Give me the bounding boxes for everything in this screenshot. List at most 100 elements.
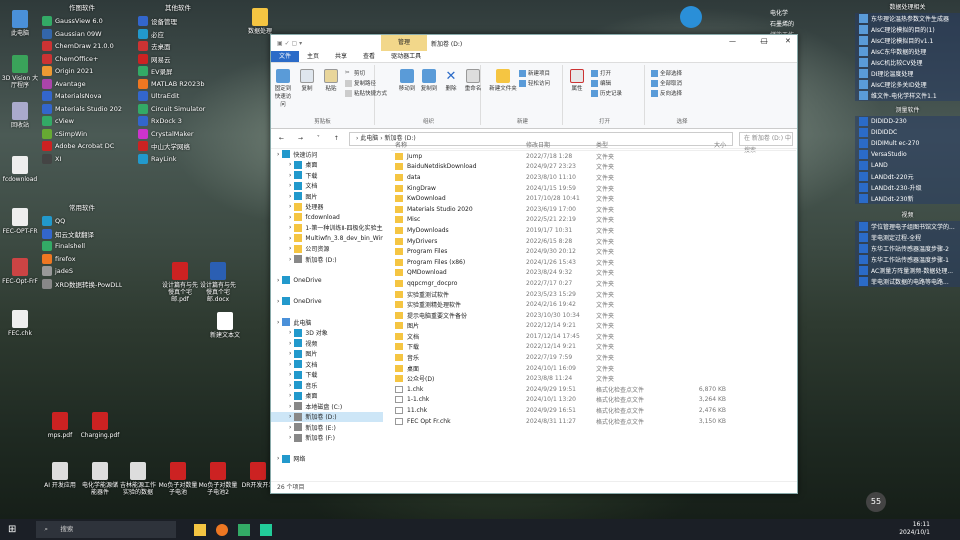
app-shortcut[interactable]: UltraEdit (138, 90, 218, 103)
expand-chevron-icon[interactable]: › (289, 371, 291, 378)
panel-shortcut[interactable]: 学位管理电子组图书馆文学的... (855, 221, 960, 232)
taskbar-firefox-icon[interactable] (216, 523, 229, 536)
app-shortcut[interactable]: Origin 2021 (42, 65, 122, 78)
panel-shortcut[interactable]: DIDIDDC (855, 127, 960, 138)
header-size[interactable]: 大小 (666, 140, 726, 149)
cut-button[interactable]: ✂ 剪切 (345, 69, 365, 78)
system-tray[interactable]: 16:11 2024/10/1 (899, 521, 930, 537)
app-shortcut[interactable]: RxDock 3 (138, 115, 218, 128)
panel-shortcut[interactable]: 菲电测试数据的电路等电路... (855, 276, 960, 287)
app-shortcut[interactable]: 中山大学网络 (138, 140, 218, 153)
edit-button[interactable]: 编辑 (591, 79, 611, 87)
app-shortcut[interactable]: Circuit Simulator (138, 103, 218, 116)
open-button[interactable]: 打开 (591, 69, 611, 77)
nav-item[interactable]: › 下载 (271, 170, 383, 181)
app-shortcut[interactable]: Finalshell (42, 240, 122, 253)
expand-chevron-icon[interactable]: › (277, 151, 279, 158)
app-shortcut[interactable]: XRD数据转换-PowDLL (42, 278, 122, 291)
expand-chevron-icon[interactable]: › (289, 403, 291, 410)
panel-shortcut[interactable]: 东华理论温热参数文件生成器 (855, 13, 960, 24)
panel-shortcut[interactable]: VersaStudio (855, 149, 960, 160)
nav-item[interactable]: › 1-第一种训练Ⅱ-四极化实验主成 (271, 223, 383, 234)
panel-shortcut[interactable]: 菲电测定过程-全程 (855, 232, 960, 243)
desktop-file-icon[interactable]: Mo负子对数量子电池2 (198, 462, 238, 496)
desktop-folder-label[interactable]: 石墨烯的 (770, 19, 794, 30)
desktop-icon[interactable]: FEC.chk (0, 310, 40, 337)
desktop-file-icon[interactable]: 新建文本文 (205, 312, 245, 339)
new-folder-button[interactable]: 新建文件夹 (489, 69, 517, 92)
desktop-file-icon[interactable]: 吉林能源工作实验的数据 (118, 462, 158, 496)
easy-access-button[interactable]: 轻松访问 (519, 79, 550, 87)
rename-button[interactable]: 重命名 (463, 69, 483, 92)
nav-item[interactable]: › 新加卷 (F:) (271, 433, 383, 444)
app-shortcut[interactable]: 知云文献翻译 (42, 228, 122, 241)
copy-to-button[interactable]: 复制到 (419, 69, 439, 92)
copy-button[interactable]: 复制 (297, 69, 317, 92)
file-row[interactable]: 提示电脑重要文件备份 2023/10/30 10:34 文件夹 (391, 310, 796, 321)
nav-item[interactable]: › 桌面 (271, 391, 383, 402)
expand-chevron-icon[interactable]: › (277, 298, 279, 305)
app-shortcut[interactable]: 网易云 (138, 53, 218, 66)
desktop-file-icon[interactable]: 电化学能源储能器件 (80, 462, 120, 496)
panel-shortcut[interactable]: AIsC理论模拟目的v1.1 (855, 35, 960, 46)
file-row[interactable]: 实验重测试软件 2023/5/23 15:29 文件夹 (391, 289, 796, 300)
expand-chevron-icon[interactable]: › (289, 235, 291, 242)
file-row[interactable]: BaiduNetdiskDownload 2024/9/27 23:23 文件夹 (391, 162, 796, 173)
file-row[interactable]: 文档 2017/12/14 17:45 文件夹 (391, 331, 796, 342)
select-all-button[interactable]: 全部选择 (651, 69, 682, 77)
nav-item[interactable]: › Multiwfn_3.8_dev_bin_Win64 (271, 233, 383, 244)
nav-item[interactable]: › 图片 (271, 191, 383, 202)
nav-item[interactable]: › 新加卷 (D:) (271, 254, 383, 265)
header-type[interactable]: 类型 (596, 140, 666, 149)
desktop-file-icon[interactable]: 设计篇有与先慢真个宅邮.docx (198, 262, 238, 303)
tab-drive-tools[interactable]: 驱动器工具 (383, 51, 429, 62)
desktop-icon[interactable]: 3D Vision 大厅程序 (0, 55, 40, 89)
expand-chevron-icon[interactable]: › (289, 329, 291, 336)
app-shortcut[interactable]: MaterialsNova (42, 90, 122, 103)
nav-item[interactable]: › 此电脑 (271, 317, 383, 328)
app-shortcut[interactable]: Materials Studio 2020 (42, 103, 122, 116)
taskbar-explorer-icon[interactable] (194, 523, 207, 536)
file-row[interactable]: 下载 2022/12/14 9:21 文件夹 (391, 342, 796, 353)
panel-shortcut[interactable]: DI理论温度处理 (855, 68, 960, 79)
nav-item[interactable]: › 文档 (271, 181, 383, 192)
floating-ball-icon[interactable] (680, 6, 702, 28)
expand-chevron-icon[interactable]: › (289, 434, 291, 441)
expand-chevron-icon[interactable]: › (289, 172, 291, 179)
expand-chevron-icon[interactable]: › (289, 392, 291, 399)
app-shortcut[interactable]: cView (42, 115, 122, 128)
expand-chevron-icon[interactable]: › (289, 340, 291, 347)
file-row[interactable]: Program Files (x86) 2024/1/26 15:43 文件夹 (391, 257, 796, 268)
app-shortcut[interactable]: CrystalMaker (138, 128, 218, 141)
overlay-badge[interactable]: 55 (866, 492, 886, 512)
paste-button[interactable]: 粘贴 (321, 69, 341, 92)
app-shortcut[interactable]: Adobe Acrobat DC (42, 140, 122, 153)
file-row[interactable]: FEC Opt Fr.chk 2024/8/31 11:27 格式化检查点文件 3,1… (391, 416, 796, 427)
tab-home[interactable]: 主页 (299, 51, 327, 62)
nav-item[interactable]: › 快速访问 (271, 149, 383, 160)
taskbar-wechat-icon[interactable] (260, 523, 273, 536)
file-row[interactable]: Jump 2022/7/18 1:28 文件夹 (391, 151, 796, 162)
app-shortcut[interactable]: EV录屏 (138, 65, 218, 78)
panel-shortcut[interactable]: LANDdt-230-升级 (855, 182, 960, 193)
expand-chevron-icon[interactable]: › (277, 319, 279, 326)
file-row[interactable]: 桌面 2024/10/1 16:09 文件夹 (391, 363, 796, 374)
file-row[interactable]: 实验重测精处理软件 2024/2/16 19:42 文件夹 (391, 299, 796, 310)
select-none-button[interactable]: 全部取消 (651, 79, 682, 87)
desktop-file-icon[interactable]: AI 开发应用 (40, 462, 80, 489)
app-shortcut[interactable]: cSimpWin (42, 128, 122, 141)
nav-item[interactable]: › 下载 (271, 370, 383, 381)
panel-shortcut[interactable]: AIsC机比较CV处理 (855, 57, 960, 68)
invert-selection-button[interactable]: 反向选择 (651, 89, 682, 97)
taskbar-search[interactable]: ⌕ 搜索 (36, 521, 177, 538)
app-shortcut[interactable]: Gaussian 09W (42, 28, 122, 41)
file-row[interactable]: Misc 2022/5/21 22:19 文件夹 (391, 215, 796, 226)
tab-view[interactable]: 查看 (355, 51, 383, 62)
file-row[interactable]: Program Files 2024/9/30 20:12 文件夹 (391, 246, 796, 257)
tab-share[interactable]: 共享 (327, 51, 355, 62)
desktop-folder[interactable]: 数据处理 (240, 8, 280, 35)
nav-item[interactable]: › 本地磁盘 (C:) (271, 401, 383, 412)
nav-item[interactable]: › 视频 (271, 338, 383, 349)
pin-button[interactable]: 固定到快速访问 (273, 69, 293, 108)
nav-item[interactable]: › 音乐 (271, 380, 383, 391)
